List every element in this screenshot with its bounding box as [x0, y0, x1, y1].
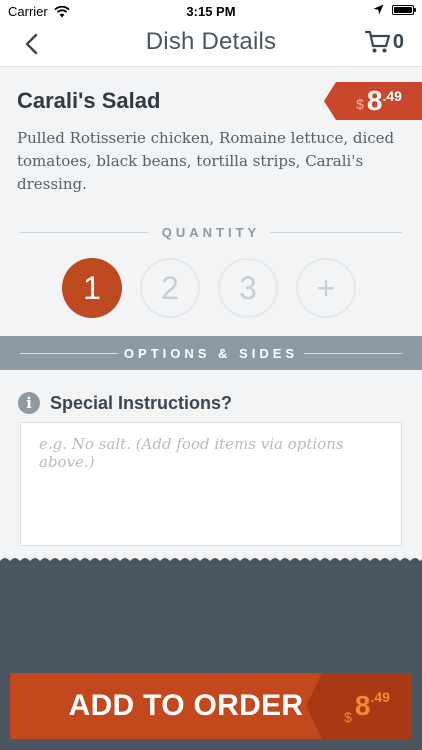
quantity-option-2[interactable]: 2	[140, 258, 200, 318]
footer-wave	[0, 558, 422, 567]
dish-description: Pulled Rotisserie chicken, Romaine lettu…	[17, 129, 395, 193]
cart-icon	[364, 30, 390, 53]
quantity-add-button[interactable]: +	[296, 258, 356, 318]
quantity-option-1[interactable]: 1	[62, 258, 122, 318]
info-icon: i	[18, 392, 40, 414]
quantity-options: 1 2 3 +	[62, 258, 356, 318]
page-title: Dish Details	[145, 28, 277, 55]
instructions-header: i Special Instructions?	[18, 392, 232, 414]
price-cents: .49	[382, 88, 402, 104]
location-arrow-icon	[373, 4, 384, 15]
status-time: 3:15 PM	[186, 4, 236, 19]
price-dollars: 8	[366, 85, 383, 116]
instructions-label: Special Instructions?	[50, 392, 233, 413]
cart-button[interactable]: 0	[364, 30, 404, 54]
add-to-order-label: ADD TO ORDER	[68, 689, 304, 722]
options-divider-right	[304, 353, 402, 354]
nav-bar: Dish Details 0	[0, 22, 422, 67]
dish-name: Carali's Salad	[17, 88, 161, 113]
options-sides-bar[interactable]: OPTIONS & SIDES	[0, 336, 422, 370]
order-price-dollars: 8	[354, 690, 371, 721]
add-to-order-button[interactable]: ADD TO ORDER $ 8 .49	[10, 673, 412, 739]
instructions-box	[20, 422, 402, 546]
quantity-option-3[interactable]: 3	[218, 258, 278, 318]
price-currency: $	[356, 96, 364, 112]
status-bar: Carrier 3:15 PM	[0, 0, 422, 22]
status-right	[373, 4, 416, 15]
order-price-cents: .49	[370, 689, 390, 705]
order-price: $ 8 .49	[306, 673, 412, 739]
quantity-header: QUANTITY	[20, 222, 402, 242]
battery-icon	[392, 4, 416, 15]
divider-right	[270, 232, 402, 233]
order-price-currency: $	[344, 709, 352, 725]
instructions-input[interactable]	[21, 423, 401, 545]
cart-count: 0	[392, 30, 404, 53]
price-tag: $ 8 .49	[324, 82, 422, 120]
